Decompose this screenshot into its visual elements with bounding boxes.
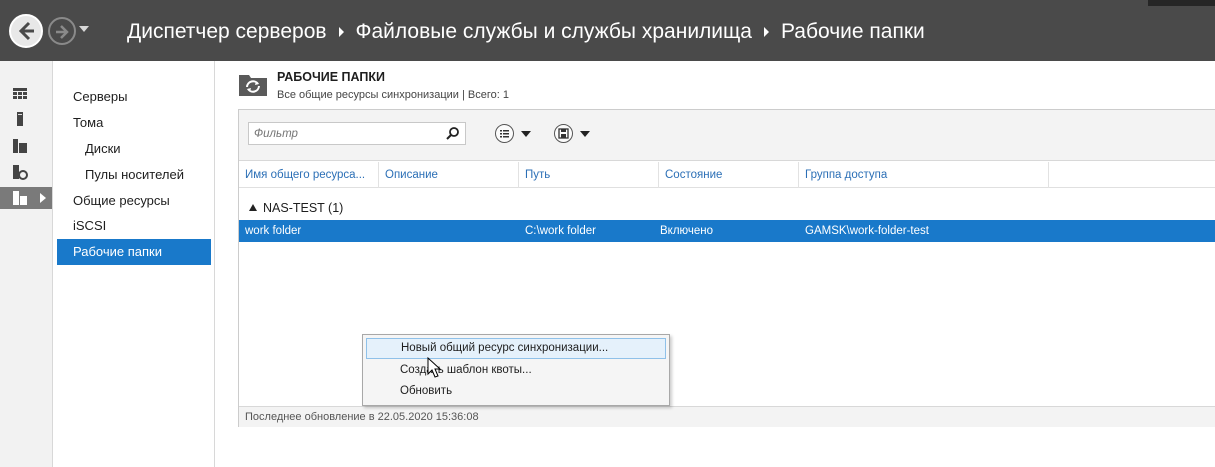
nav-item-volumes[interactable]: Тома xyxy=(57,110,211,136)
rail-file-services[interactable] xyxy=(0,187,52,209)
breadcrumb-item-work-folders: Рабочие папки xyxy=(781,20,925,43)
status-bar: Последнее обновление в 22.05.2020 15:36:… xyxy=(239,406,1215,427)
menu-item-new-sync-share[interactable]: Новый общий ресурс синхронизации... xyxy=(366,338,666,359)
file-services-icon xyxy=(13,191,27,205)
breadcrumb: Диспетчер серверов Файловые службы и слу… xyxy=(127,17,925,47)
rail-local-server[interactable] xyxy=(0,108,52,130)
cell-path: C:\work folder xyxy=(525,225,596,237)
menu-item-refresh[interactable]: Обновить xyxy=(366,381,666,402)
cell-share-name: work folder xyxy=(245,225,302,237)
column-header-description[interactable]: Описание xyxy=(379,162,519,188)
filter-box[interactable] xyxy=(248,122,466,145)
group-label: NAS-TEST (1) xyxy=(263,201,344,215)
breadcrumb-item-file-services[interactable]: Файловые службы и службы хранилища xyxy=(356,20,752,44)
history-dropdown-icon[interactable] xyxy=(79,26,89,32)
page-title: РАБОЧИЕ ПАПКИ xyxy=(277,70,385,84)
list-view-icon xyxy=(495,124,514,143)
forward-arrow-icon xyxy=(56,25,69,39)
rail-dashboard[interactable] xyxy=(0,83,52,105)
menu-item-create-quota-template[interactable]: Создать шаблон квоты... xyxy=(366,360,666,381)
main-content: РАБОЧИЕ ПАПКИ Все общие ресурсы синхрони… xyxy=(216,61,1215,467)
back-arrow-icon xyxy=(18,21,34,41)
column-header-state[interactable]: Состояние xyxy=(659,162,799,188)
title-bar-corner xyxy=(1148,0,1215,6)
title-bar: Диспетчер серверов Файловые службы и слу… xyxy=(0,0,1215,61)
column-header-share-name[interactable]: Имя общего ресурса... xyxy=(239,162,379,188)
cell-access-group: GAMSK\work-folder-test xyxy=(805,225,929,237)
mouse-cursor-icon xyxy=(427,357,442,378)
work-folders-icon xyxy=(239,75,267,96)
column-header-row: Имя общего ресурса... Описание Путь Сост… xyxy=(239,162,1215,188)
nav-item-shares[interactable]: Общие ресурсы xyxy=(57,188,211,214)
icon-rail xyxy=(0,61,53,467)
expand-arrow-icon xyxy=(40,193,46,203)
view-options-button[interactable] xyxy=(495,124,533,144)
context-menu: Новый общий ресурс синхронизации... Созд… xyxy=(362,334,670,406)
column-header-path[interactable]: Путь xyxy=(519,162,659,188)
rail-all-servers[interactable] xyxy=(0,135,52,157)
table-row[interactable]: work folder C:\work folder Включено GAMS… xyxy=(239,220,1215,242)
toolbar xyxy=(239,110,1215,161)
filter-input[interactable] xyxy=(249,123,439,144)
storage-pool-icon xyxy=(13,165,28,180)
server-icon xyxy=(17,112,23,126)
nav-item-disks[interactable]: Диски xyxy=(57,136,211,162)
all-servers-icon xyxy=(13,139,27,153)
nav-item-work-folders[interactable]: Рабочие папки xyxy=(57,239,211,265)
rail-storage[interactable] xyxy=(0,161,52,183)
nav-item-iscsi[interactable]: iSCSI xyxy=(57,213,211,239)
breadcrumb-separator-icon xyxy=(338,27,344,37)
save-query-button[interactable] xyxy=(554,124,592,144)
chevron-down-icon xyxy=(521,131,531,137)
cell-state: Включено xyxy=(660,225,714,237)
back-button[interactable] xyxy=(9,14,43,48)
nav-item-storage-pools[interactable]: Пулы носителей xyxy=(57,162,211,188)
breadcrumb-item-server-manager[interactable]: Диспетчер серверов xyxy=(127,20,327,44)
nav-item-servers[interactable]: Серверы xyxy=(57,84,211,110)
breadcrumb-separator-icon xyxy=(764,27,769,37)
collapse-triangle-icon[interactable] xyxy=(249,204,257,211)
dashboard-icon xyxy=(13,88,27,99)
column-header-access-group[interactable]: Группа доступа xyxy=(799,162,1049,188)
page-subtitle: Все общие ресурсы синхронизации | Всего:… xyxy=(277,89,509,101)
save-icon xyxy=(554,124,573,143)
forward-button[interactable] xyxy=(48,17,76,45)
navigation-list: Серверы Тома Диски Пулы носителей Общие … xyxy=(54,61,215,467)
search-icon[interactable] xyxy=(445,126,460,141)
chevron-down-icon xyxy=(580,131,590,137)
